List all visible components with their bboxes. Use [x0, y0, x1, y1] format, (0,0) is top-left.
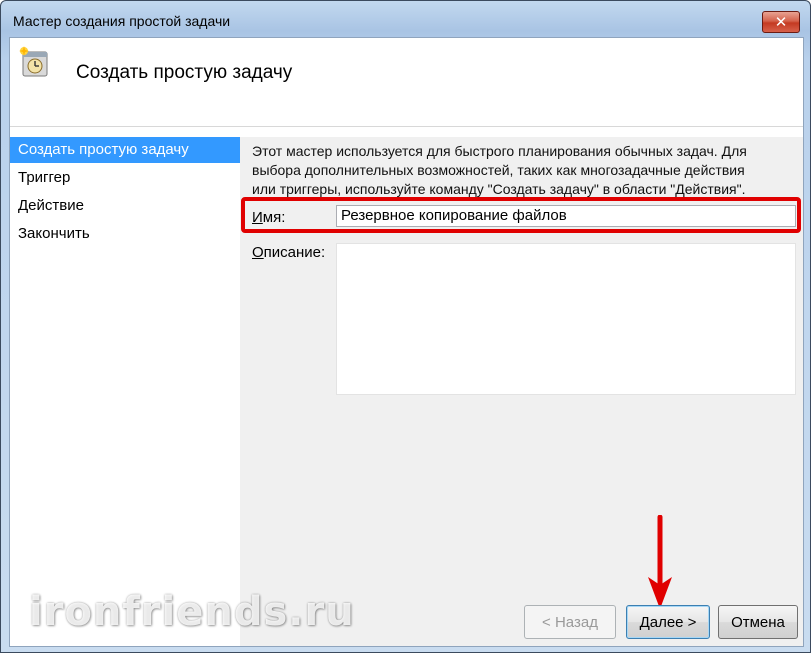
nav-step-trigger[interactable]: Триггер: [10, 165, 240, 191]
wizard-window: Мастер создания простой задачи ✕ Создать…: [0, 0, 811, 653]
nav-step-label: Закончить: [18, 225, 90, 242]
back-button[interactable]: < Назад: [524, 605, 616, 639]
nav-step-create-task[interactable]: Создать простую задачу: [10, 137, 240, 163]
description-label: Описание:: [252, 244, 326, 261]
page-title: Создать простую задачу: [76, 62, 293, 83]
wizard-content-panel: Этот мастер используется для быстрого пл…: [240, 137, 803, 646]
nav-step-label: Действие: [18, 197, 84, 214]
window-title: Мастер создания простой задачи: [13, 13, 231, 29]
intro-line: выбора дополнительных возможностей, таки…: [252, 162, 745, 178]
cancel-button[interactable]: Отмена: [718, 605, 798, 639]
intro-text: Этот мастер используется для быстрого пл…: [252, 142, 792, 199]
next-button[interactable]: Далее >: [626, 605, 710, 639]
description-textarea[interactable]: [336, 243, 796, 395]
name-input[interactable]: Резервное копирование файлов: [336, 205, 796, 227]
nav-step-action[interactable]: Действие: [10, 193, 240, 219]
nav-step-label: Триггер: [18, 169, 71, 186]
watermark: ironfriends.ru: [29, 589, 355, 635]
task-scheduler-icon: [19, 46, 48, 77]
title-bar[interactable]: Мастер создания простой задачи ✕: [1, 1, 810, 37]
wizard-steps-nav: Создать простую задачу Триггер Действие …: [10, 137, 240, 646]
close-button[interactable]: ✕: [762, 11, 800, 33]
close-icon: ✕: [774, 14, 788, 31]
nav-step-finish[interactable]: Закончить: [10, 221, 240, 247]
intro-line: Этот мастер используется для быстрого пл…: [252, 143, 747, 159]
wizard-header: Создать простую задачу: [10, 38, 803, 127]
name-label: Имя:: [252, 209, 286, 226]
arrow-down-icon: [648, 515, 672, 609]
nav-step-label: Создать простую задачу: [18, 141, 189, 158]
wizard-client-area: Создать простую задачу Создать простую з…: [9, 37, 804, 647]
